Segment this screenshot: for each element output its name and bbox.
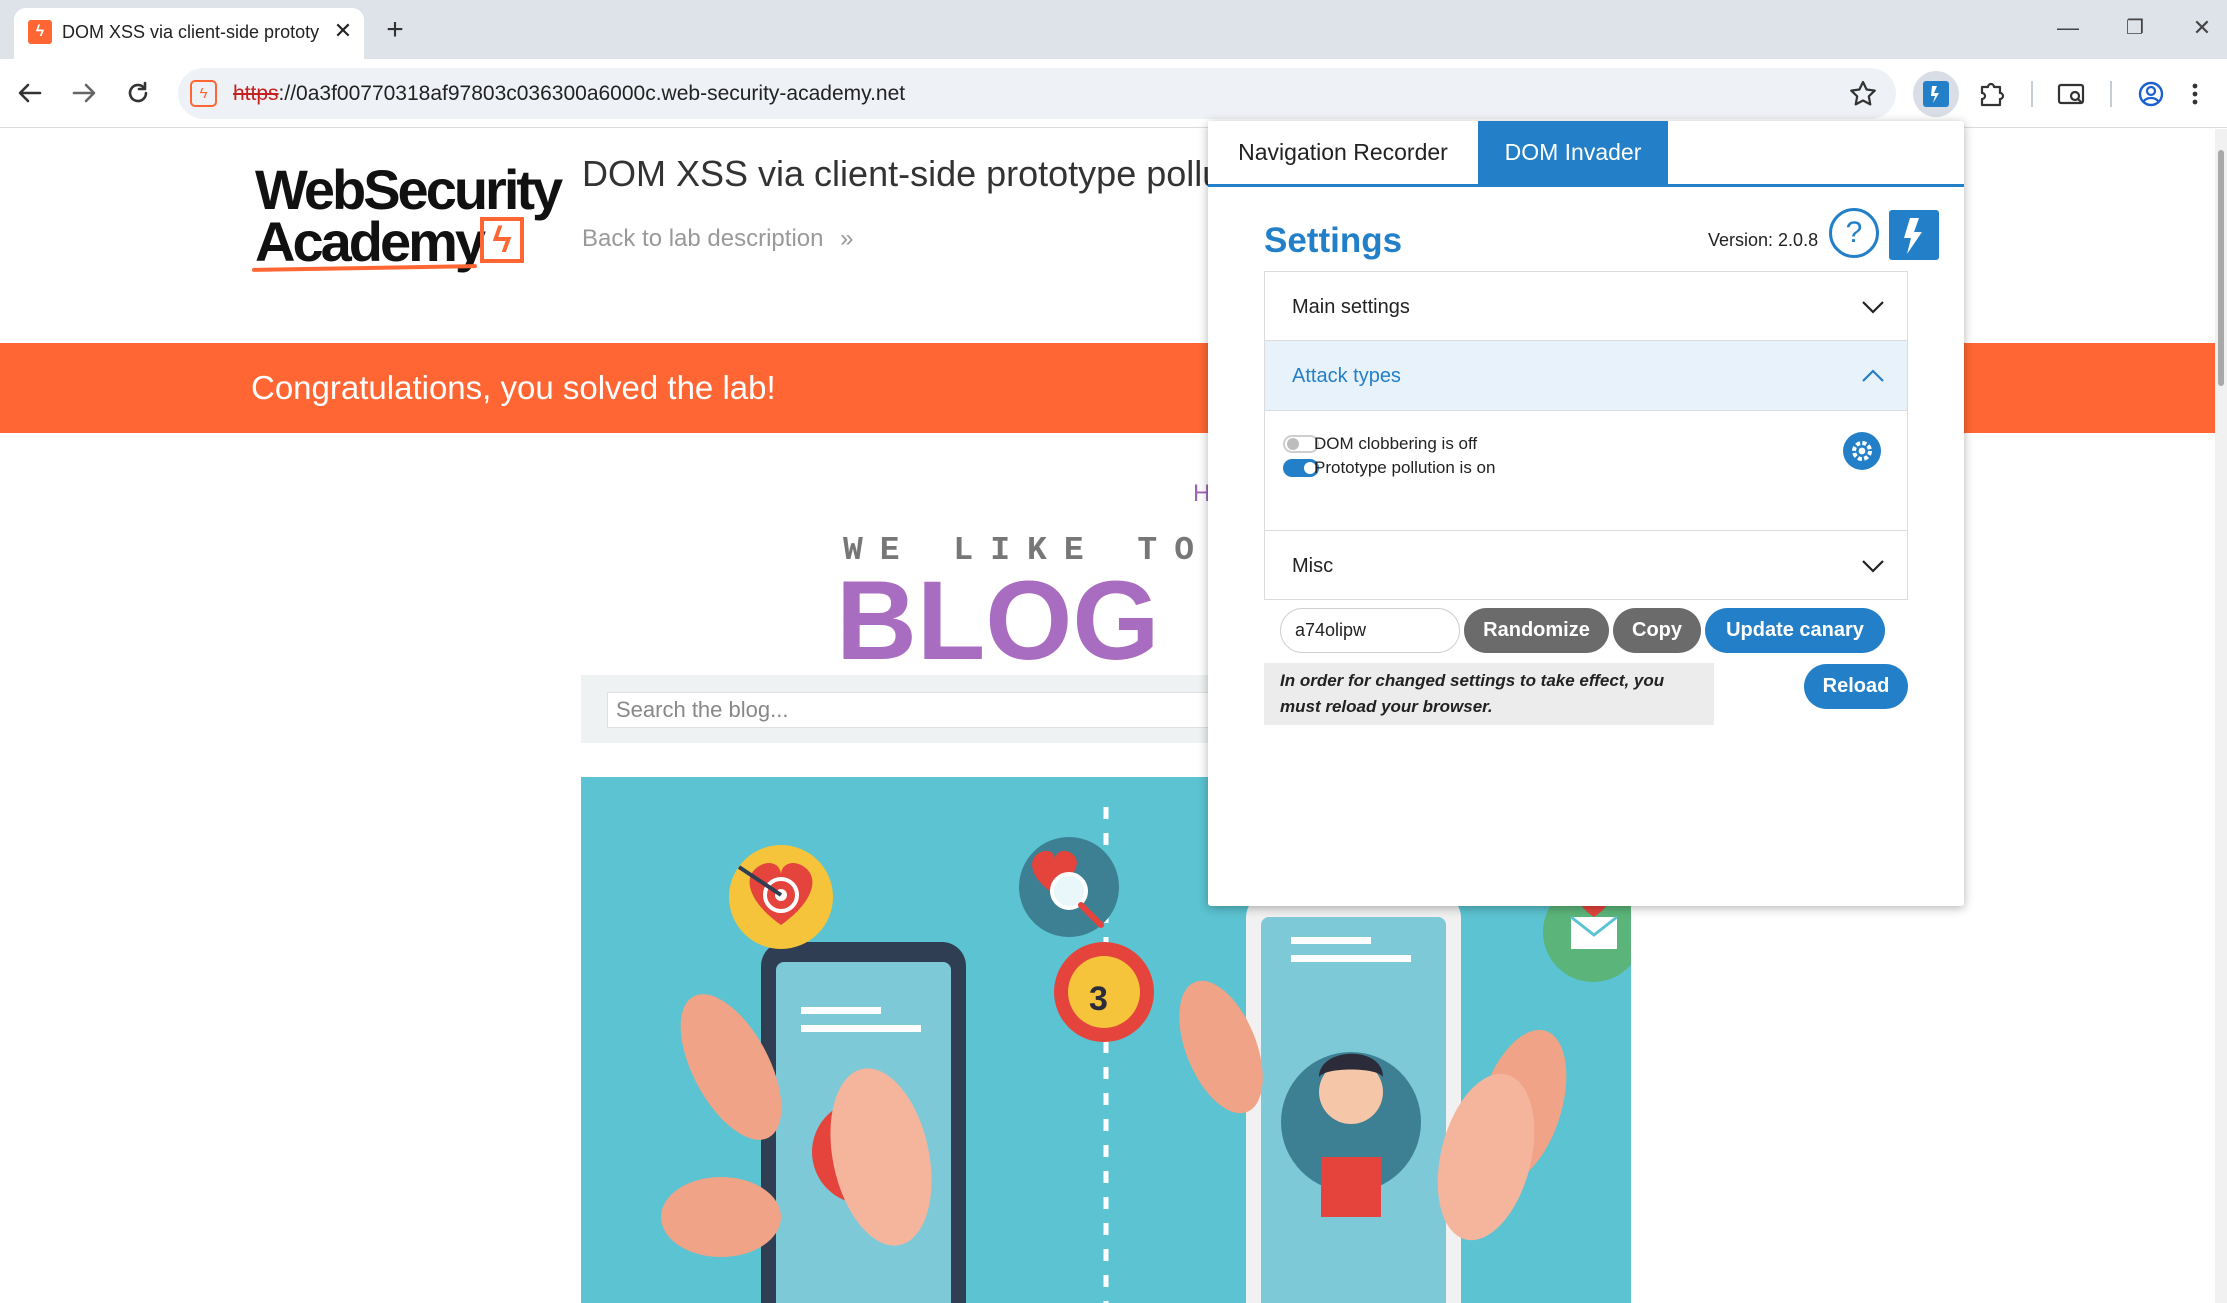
tab-dom-invader[interactable]: DOM Invader — [1478, 121, 1668, 184]
attack-types-section: Attack types DOM clobbering is off Proto… — [1264, 340, 1908, 531]
dom-invader-popup: Navigation Recorder DOM Invader Settings… — [1208, 121, 1964, 906]
close-window-button[interactable]: ✕ — [2177, 10, 2227, 46]
blog-heading: BLOG — [836, 558, 1160, 683]
minimize-button[interactable]: — — [2043, 10, 2093, 46]
menu-icon[interactable] — [2180, 71, 2210, 117]
lab-title: DOM XSS via client-side prototype pollut… — [582, 153, 1222, 194]
back-to-lab-link[interactable]: Back to lab description » — [582, 224, 854, 254]
svg-text:3: 3 — [1089, 980, 1108, 1018]
reading-list-icon[interactable] — [2048, 71, 2094, 117]
tab-underline — [1208, 184, 1964, 187]
chevron-down-icon[interactable] — [1861, 300, 1885, 314]
dom-clobbering-label: DOM clobbering is off — [1314, 434, 1478, 453]
close-tab-icon[interactable]: ✕ — [330, 18, 356, 44]
canary-input[interactable]: a74olipw — [1280, 608, 1460, 653]
forward-icon[interactable] — [64, 73, 104, 113]
url-scheme: https — [233, 82, 279, 105]
star-icon[interactable] — [1846, 77, 1880, 111]
attack-types-header[interactable]: Attack types — [1265, 341, 1907, 411]
toolbar-divider — [2110, 81, 2112, 107]
settings-gear-icon[interactable] — [1843, 432, 1881, 470]
misc-section[interactable]: Misc — [1264, 530, 1908, 600]
url-text[interactable]: https://0a3f00770318af97803c036300a6000c… — [233, 80, 905, 107]
profile-icon[interactable] — [2128, 71, 2174, 117]
site-info-icon[interactable]: ϟ — [190, 80, 217, 107]
browser-tab[interactable]: ϟ DOM XSS via client-side prototy ✕ — [14, 8, 364, 59]
attack-types-label: Attack types — [1292, 365, 1401, 387]
toolbar-divider — [2031, 81, 2033, 107]
toggle-knob — [1287, 438, 1299, 450]
tab-strip: ϟ DOM XSS via client-side prototy ✕ + — … — [0, 0, 2227, 59]
reload-icon[interactable] — [118, 73, 158, 113]
logo-bolt-icon: ϟ — [480, 217, 524, 263]
tab-navigation-recorder[interactable]: Navigation Recorder — [1208, 121, 1478, 184]
help-icon[interactable]: ? — [1829, 208, 1879, 258]
settings-title: Settings — [1264, 221, 1403, 260]
dom-invader-icon[interactable] — [1913, 71, 1959, 117]
prototype-pollution-label: Prototype pollution is on — [1314, 458, 1496, 477]
websecurity-favicon-icon: ϟ — [28, 20, 52, 44]
update-canary-button[interactable]: Update canary — [1705, 608, 1885, 653]
back-icon[interactable] — [10, 73, 50, 113]
chevron-up-icon[interactable] — [1861, 369, 1885, 383]
new-tab-button[interactable]: + — [377, 12, 413, 48]
dom-invader-logo-icon[interactable] — [1889, 210, 1939, 260]
browser-toolbar: ϟ https://0a3f00770318af97803c036300a600… — [0, 59, 2227, 128]
main-settings-section[interactable]: Main settings — [1264, 271, 1908, 341]
copy-button[interactable]: Copy — [1613, 608, 1701, 653]
logo-line-2: Academy — [255, 210, 486, 273]
scrollbar-thumb[interactable] — [2218, 150, 2224, 386]
misc-label: Misc — [1292, 555, 1334, 577]
address-bar[interactable]: ϟ https://0a3f00770318af97803c036300a600… — [178, 68, 1896, 119]
version-label: Version: 2.0.8 — [1708, 230, 1819, 250]
tab-title: DOM XSS via client-side prototy — [62, 22, 320, 42]
chevron-down-icon[interactable] — [1861, 559, 1885, 573]
randomize-button[interactable]: Randomize — [1464, 608, 1609, 653]
restore-button[interactable]: ❐ — [2110, 10, 2160, 46]
main-settings-label: Main settings — [1292, 296, 1410, 318]
double-chevron-icon: » — [840, 225, 854, 252]
url-host: ://0a3f00770318af97803c036300a6000c.web-… — [278, 82, 906, 105]
back-link-label: Back to lab description — [582, 225, 824, 252]
extensions-icon[interactable] — [1968, 71, 2014, 117]
solved-banner-text: Congratulations, you solved the lab! — [251, 369, 776, 406]
reload-notice: In order for changed settings to take ef… — [1264, 663, 1714, 725]
reload-button[interactable]: Reload — [1804, 664, 1908, 709]
